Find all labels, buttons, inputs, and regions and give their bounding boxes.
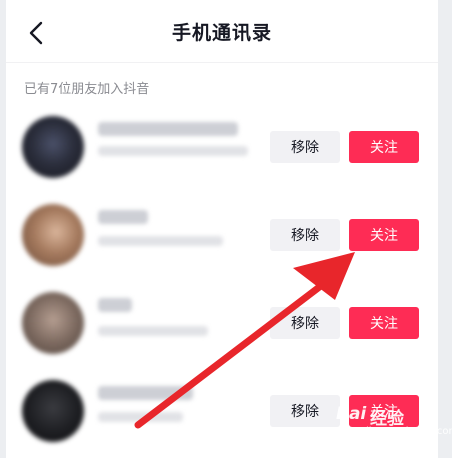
- contact-detail-blurred: [98, 236, 223, 246]
- header-divider: [6, 62, 438, 63]
- avatar[interactable]: [22, 116, 84, 178]
- contact-name-blurred: [98, 298, 132, 312]
- avatar[interactable]: [22, 380, 84, 442]
- contact-name-blurred: [98, 210, 148, 224]
- remove-button[interactable]: 移除: [270, 219, 340, 251]
- contact-name-blurred: [98, 122, 238, 136]
- contact-row: 移除 关注: [6, 104, 438, 192]
- contact-detail-blurred: [98, 412, 183, 422]
- page-title: 手机通讯录: [171, 22, 272, 44]
- baidu-watermark: Bai 经验 jingyan.baidu.com: [330, 404, 452, 444]
- follow-button[interactable]: 关注: [349, 219, 419, 251]
- avatar[interactable]: [22, 204, 84, 266]
- contact-name-blurred: [98, 386, 193, 400]
- watermark-url: jingyan.baidu.com: [366, 426, 452, 437]
- remove-button[interactable]: 移除: [270, 307, 340, 339]
- follow-button[interactable]: 关注: [349, 131, 419, 163]
- contacts-screen: 手机通讯录 已有7位朋友加入抖音 移除 关注 移除 关注 移除 关注 移除 关注: [6, 0, 438, 458]
- friends-count-text: 已有7位朋友加入抖音: [24, 82, 150, 97]
- contact-row: 移除 关注: [6, 192, 438, 280]
- right-frame-edge: [438, 0, 452, 458]
- contact-detail-blurred: [98, 326, 208, 336]
- header: 手机通讯录: [6, 0, 438, 62]
- remove-button[interactable]: 移除: [270, 131, 340, 163]
- contact-detail-blurred: [98, 146, 248, 156]
- avatar[interactable]: [22, 292, 84, 354]
- follow-button[interactable]: 关注: [349, 307, 419, 339]
- watermark-logo: Bai: [336, 404, 367, 424]
- contact-row: 移除 关注: [6, 280, 438, 368]
